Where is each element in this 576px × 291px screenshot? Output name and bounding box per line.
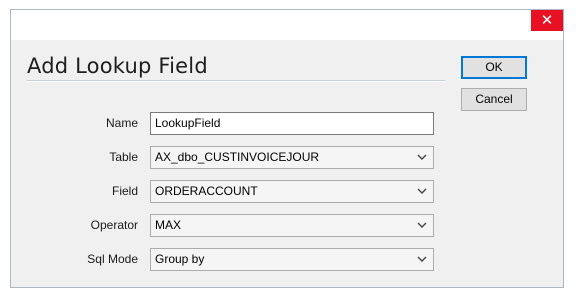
field-select-value: ORDERACCOUNT — [155, 184, 258, 198]
title-bar: ✕ — [11, 10, 563, 40]
dialog-heading: Add Lookup Field — [27, 54, 208, 78]
close-button[interactable]: ✕ — [531, 10, 563, 31]
field-select[interactable]: ORDERACCOUNT — [150, 180, 434, 203]
table-select[interactable]: AX_dbo_CUSTINVOICEJOUR — [150, 146, 434, 169]
heading-divider — [27, 80, 445, 82]
chevron-down-icon — [417, 187, 427, 195]
operator-select[interactable]: MAX — [150, 214, 434, 237]
close-icon: ✕ — [540, 12, 554, 29]
sql-mode-select-value: Group by — [155, 252, 205, 266]
field-label: Field — [111, 184, 138, 198]
table-label: Table — [109, 150, 138, 164]
sql-mode-select[interactable]: Group by — [150, 248, 434, 271]
ok-button[interactable]: OK — [461, 56, 527, 79]
chevron-down-icon — [417, 221, 427, 229]
chevron-down-icon — [417, 255, 427, 263]
table-select-value: AX_dbo_CUSTINVOICEJOUR — [155, 150, 320, 164]
cancel-button[interactable]: Cancel — [461, 88, 527, 111]
name-label: Name — [105, 116, 138, 130]
name-input[interactable]: LookupField — [150, 112, 434, 135]
operator-label: Operator — [90, 218, 138, 232]
sql-mode-label: Sql Mode — [87, 252, 138, 266]
chevron-down-icon — [417, 153, 427, 161]
operator-select-value: MAX — [155, 218, 182, 232]
